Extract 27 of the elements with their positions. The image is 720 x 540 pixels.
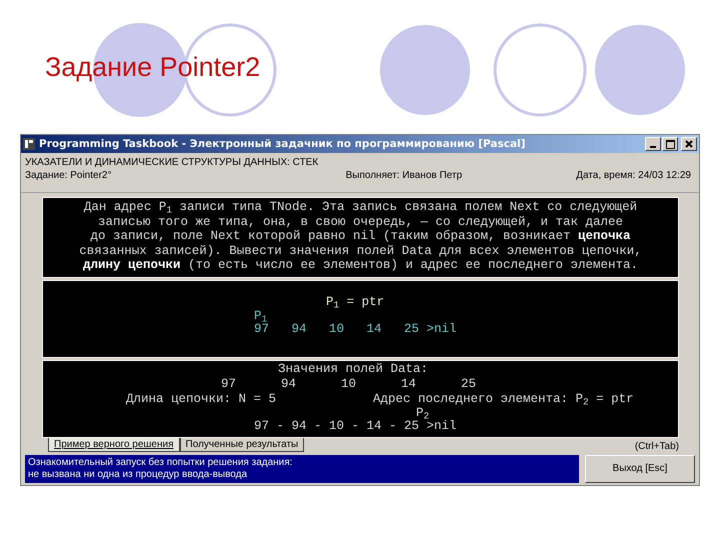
window-title: Programming Taskbook - Электронный задачник по программированию [Pascal] bbox=[39, 138, 526, 150]
maximize-icon bbox=[666, 140, 674, 148]
maximize-button[interactable] bbox=[662, 137, 678, 151]
input-line: P$_{1}$ bbox=[254, 310, 268, 322]
task-name: Задание: Pointer2° bbox=[25, 169, 112, 183]
minimize-button[interactable] bbox=[645, 137, 661, 151]
slide-title: Задание Pointer2 bbox=[45, 52, 260, 83]
tab[interactable]: Пример верного решения bbox=[48, 438, 180, 452]
input-line: 97 94 10 14 25 >nil bbox=[254, 322, 457, 337]
output-line: Адрес последнего элемента: P$_{2}$ = ptr bbox=[373, 392, 634, 407]
input-line: P$_{1}$ = ptr bbox=[326, 294, 384, 310]
close-button[interactable] bbox=[681, 137, 697, 151]
output-line: 97 94 10 14 25 bbox=[221, 376, 476, 392]
app-icon bbox=[23, 138, 35, 150]
output-line: Длина цепочки: N = 5 bbox=[126, 392, 276, 407]
output-line: 97 - 94 - 10 - 14 - 25 >nil bbox=[254, 418, 457, 434]
task-description: Дан адрес P$_{1}$ записи типа TNode. Эта запись связана полем Next со следующей записью того же типа, она, в свою очередь, — со следующей, и так далее до записи, поле Next которой равно nil (таким образом, возникает цепочка связанных записей). Вывести значения полей Data для всех элементов цепочки, длину цепочки (то есть число ее элементов) и адрес ее последнего элемента. bbox=[78, 200, 643, 273]
status-message: Ознакомительный запуск без попытки решения задания: не вызвана ни одна из процедур ввода-вывода bbox=[25, 454, 579, 483]
close-icon bbox=[685, 140, 693, 148]
tab[interactable]: Полученные результаты bbox=[180, 438, 304, 452]
exit-button[interactable]: Выход [Esc] bbox=[585, 454, 695, 483]
output-line: Значения полей Data: bbox=[278, 362, 428, 377]
shortcut-hint: (Ctrl+Tab) bbox=[634, 440, 679, 452]
topic-heading: УКАЗАТЕЛИ И ДИНАМИЧЕСКИЕ СТРУКТУРЫ ДАННЫХ: СТЕК bbox=[25, 157, 320, 169]
date-time: Дата, время: 24/03 12:29 bbox=[576, 169, 691, 183]
performer-name: Выполняет: Иванов Петр bbox=[346, 169, 462, 183]
output-line: P$_{2}$ bbox=[416, 406, 430, 419]
